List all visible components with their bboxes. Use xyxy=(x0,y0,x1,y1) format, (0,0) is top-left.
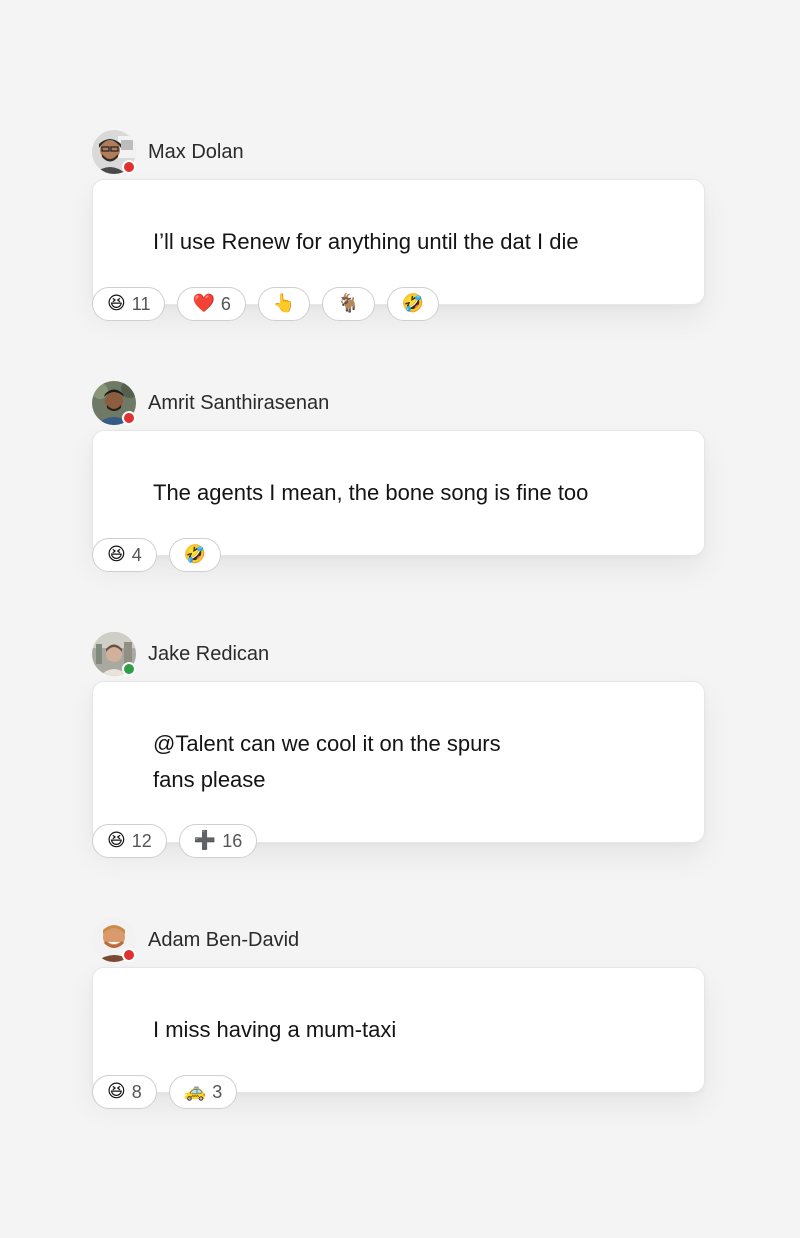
goat-icon: 🐐 xyxy=(337,293,360,314)
author-name[interactable]: Adam Ben-David xyxy=(148,929,299,952)
reaction-laughing[interactable]: 😆 11 xyxy=(92,287,166,321)
author-row: Amrit Santhirasenan xyxy=(92,381,705,427)
message-text: I’ll use Renew for anything until the da… xyxy=(153,229,579,254)
reaction-bar: 😆 11 ❤️ 6 👆 🐐 🤣 xyxy=(92,287,440,321)
message-card: Adam Ben-David I miss having a mum-taxi … xyxy=(92,918,705,1109)
message-text: I miss having a mum-taxi xyxy=(153,1017,397,1042)
reaction-bar: 😆 8 🚕 3 xyxy=(92,1075,238,1109)
status-indicator-online xyxy=(122,662,136,676)
reaction-count: 11 xyxy=(131,293,151,314)
reaction-bar: 😆 4 🤣 xyxy=(92,538,222,572)
laughing-icon: 😆 xyxy=(107,293,126,314)
rofl-icon: 🤣 xyxy=(183,544,207,565)
author-name[interactable]: Jake Redican xyxy=(148,643,269,666)
message-text: The agents I mean, the bone song is fine… xyxy=(153,480,589,505)
reaction-count: 6 xyxy=(220,293,231,314)
reaction-point-up[interactable]: 👆 xyxy=(257,287,311,321)
author-name[interactable]: Max Dolan xyxy=(148,141,244,164)
reaction-heart[interactable]: ❤️ 6 xyxy=(177,287,246,321)
message-text-line: @Talent can we cool it on the spurs xyxy=(153,731,501,756)
laughing-icon: 😆 xyxy=(107,830,126,851)
point-up-icon: 👆 xyxy=(272,293,296,314)
reaction-bar: 😆 12 ➕ 16 xyxy=(92,824,258,858)
plus-icon: ➕ xyxy=(193,830,217,851)
reaction-goat[interactable]: 🐐 xyxy=(322,287,375,321)
message-text: @Talent can we cool it on the spurs fans… xyxy=(153,726,664,798)
author-row: Adam Ben-David xyxy=(92,918,705,964)
message-bubble: @Talent can we cool it on the spurs fans… xyxy=(92,681,705,843)
message-text-line: fans please xyxy=(153,767,266,792)
heart-icon: ❤️ xyxy=(192,293,215,314)
reaction-plus[interactable]: ➕ 16 xyxy=(178,824,258,858)
message-card: Max Dolan I’ll use Renew for anything un… xyxy=(92,130,705,321)
status-indicator-busy xyxy=(122,948,136,962)
taxi-icon: 🚕 xyxy=(183,1081,207,1102)
author-row: Max Dolan xyxy=(92,130,705,176)
laughing-icon: 😆 xyxy=(107,544,126,565)
reaction-laughing[interactable]: 😆 4 xyxy=(92,538,157,572)
author-row: Jake Redican xyxy=(92,632,705,678)
message-card: Amrit Santhirasenan The agents I mean, t… xyxy=(92,381,705,572)
author-name[interactable]: Amrit Santhirasenan xyxy=(148,392,329,415)
reaction-count: 8 xyxy=(131,1081,142,1102)
reaction-rofl[interactable]: 🤣 xyxy=(168,538,222,572)
reaction-laughing[interactable]: 😆 12 xyxy=(92,824,167,858)
message-card: Jake Redican @Talent can we cool it on t… xyxy=(92,632,705,858)
reaction-rofl[interactable]: 🤣 xyxy=(386,287,440,321)
reaction-laughing[interactable]: 😆 8 xyxy=(92,1075,157,1109)
reaction-count: 3 xyxy=(212,1081,223,1102)
reaction-count: 4 xyxy=(131,544,142,565)
reaction-count: 12 xyxy=(131,830,152,851)
reaction-count: 16 xyxy=(222,830,243,851)
rofl-icon: 🤣 xyxy=(401,293,425,314)
laughing-icon: 😆 xyxy=(107,1081,126,1102)
status-indicator-busy xyxy=(122,411,136,425)
reaction-taxi[interactable]: 🚕 3 xyxy=(168,1075,238,1109)
status-indicator-busy xyxy=(122,160,136,174)
